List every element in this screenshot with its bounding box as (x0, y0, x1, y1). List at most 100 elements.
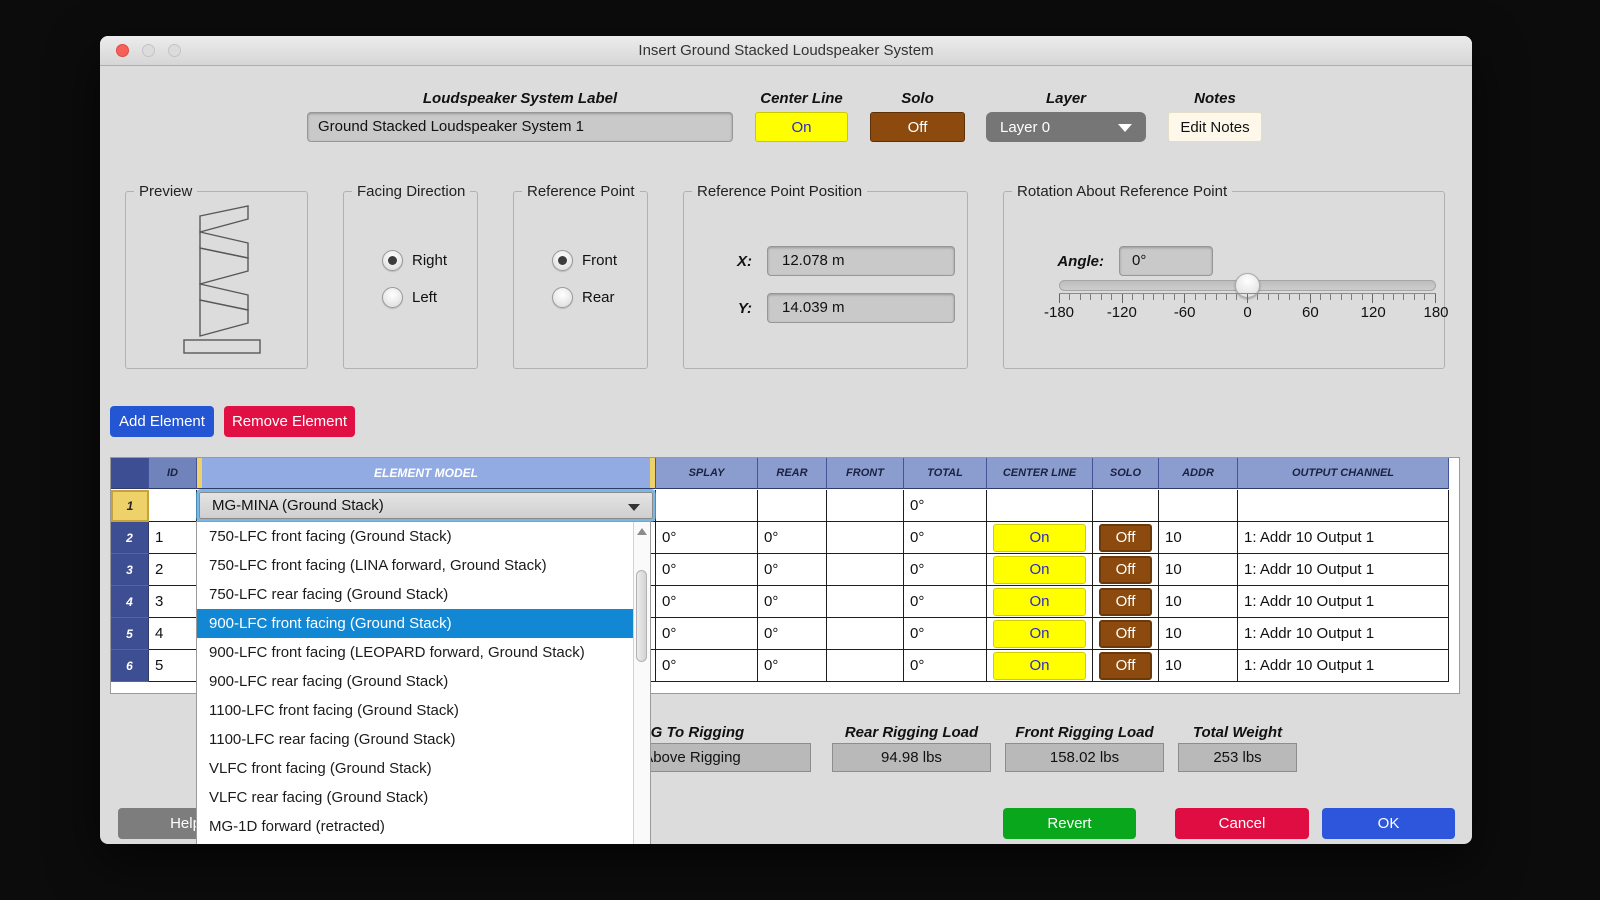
dropdown-item[interactable]: 900-LFC rear facing (Ground Stack) (197, 667, 633, 696)
cell-rear[interactable]: 0° (758, 522, 827, 554)
cell-element-model[interactable]: MG-MINA (Ground Stack) (197, 490, 656, 522)
column-header-id[interactable]: ID (149, 458, 197, 489)
center-line-cell-toggle[interactable]: On (993, 620, 1086, 648)
cell-center-line[interactable] (987, 490, 1093, 522)
radio-unselected-icon[interactable] (382, 287, 403, 308)
cell-splay[interactable]: 0° (656, 586, 758, 618)
column-header-front[interactable]: FRONT (827, 458, 904, 489)
cell-splay[interactable]: 0° (656, 618, 758, 650)
solo-cell-toggle[interactable]: Off (1099, 652, 1152, 680)
radio-unselected-icon[interactable] (552, 287, 573, 308)
row-header[interactable]: 4 (111, 586, 149, 618)
angle-field[interactable]: 0° (1119, 246, 1213, 276)
row-header[interactable]: 5 (111, 618, 149, 650)
radio-selected-icon[interactable] (382, 250, 403, 271)
dropdown-item[interactable]: 1100-LFC front facing (Ground Stack) (197, 696, 633, 725)
cell-rear[interactable]: 0° (758, 650, 827, 682)
column-header-total[interactable]: TOTAL (904, 458, 987, 489)
cell-splay[interactable]: 0° (656, 554, 758, 586)
dropdown-item[interactable]: 1100-LFC rear facing (Ground Stack) (197, 725, 633, 754)
cell-output-channel[interactable]: 1: Addr 10 Output 1 (1238, 522, 1449, 554)
edit-notes-button[interactable]: Edit Notes (1168, 112, 1262, 142)
solo-cell-toggle[interactable]: Off (1099, 620, 1152, 648)
cell-rear[interactable] (758, 490, 827, 522)
row-header[interactable]: 2 (111, 522, 149, 554)
cell-rear[interactable]: 0° (758, 554, 827, 586)
x-position-field[interactable]: 12.078 m (767, 246, 955, 276)
column-header-element-model[interactable]: ELEMENT MODEL (197, 458, 656, 489)
cell-id[interactable]: 2 (149, 554, 197, 586)
cell-front[interactable] (827, 618, 904, 650)
element-model-combobox[interactable]: MG-MINA (Ground Stack) (199, 492, 653, 519)
cell-total[interactable]: 0° (904, 554, 987, 586)
cell-id[interactable]: 4 (149, 618, 197, 650)
scroll-up-arrow-icon[interactable] (637, 528, 647, 535)
row-header-selected[interactable]: 1 (111, 490, 149, 522)
cell-id[interactable]: 5 (149, 650, 197, 682)
row-header[interactable]: 3 (111, 554, 149, 586)
column-header-rear[interactable]: REAR (758, 458, 827, 489)
system-label-input[interactable]: Ground Stacked Loudspeaker System 1 (307, 112, 733, 142)
solo-cell-toggle[interactable]: Off (1099, 588, 1152, 616)
dropdown-item[interactable]: 750-LFC front facing (Ground Stack) (197, 522, 633, 551)
center-line-cell-toggle[interactable]: On (993, 556, 1086, 584)
solo-cell-toggle[interactable]: Off (1099, 524, 1152, 552)
cell-id[interactable] (149, 490, 197, 522)
y-position-field[interactable]: 14.039 m (767, 293, 955, 323)
facing-right-option[interactable]: Right (382, 250, 447, 271)
cell-total[interactable]: 0° (904, 650, 987, 682)
center-line-cell-toggle[interactable]: On (993, 588, 1086, 616)
cell-total[interactable]: 0° (904, 618, 987, 650)
cell-front[interactable] (827, 490, 904, 522)
column-header-addr[interactable]: ADDR (1159, 458, 1238, 489)
cell-splay[interactable] (656, 490, 758, 522)
cell-total[interactable]: 0° (904, 586, 987, 618)
solo-cell-toggle[interactable]: Off (1099, 556, 1152, 584)
cell-addr[interactable]: 10 (1159, 650, 1238, 682)
cell-id[interactable]: 3 (149, 586, 197, 618)
cell-addr[interactable]: 10 (1159, 586, 1238, 618)
cell-output-channel[interactable]: 1: Addr 10 Output 1 (1238, 554, 1449, 586)
row-header[interactable]: 6 (111, 650, 149, 682)
column-header-center-line[interactable]: CENTER LINE (987, 458, 1093, 489)
column-header-solo[interactable]: SOLO (1093, 458, 1159, 489)
dropdown-item[interactable]: MG-1D forward (retracted) (197, 812, 633, 841)
cell-splay[interactable]: 0° (656, 522, 758, 554)
remove-element-button[interactable]: Remove Element (224, 406, 355, 437)
layer-dropdown[interactable]: Layer 0 (986, 112, 1146, 142)
radio-selected-icon[interactable] (552, 250, 573, 271)
refpoint-front-option[interactable]: Front (552, 250, 617, 271)
cell-id[interactable]: 1 (149, 522, 197, 554)
cell-rear[interactable]: 0° (758, 618, 827, 650)
cell-front[interactable] (827, 586, 904, 618)
ok-button[interactable]: OK (1322, 808, 1455, 839)
cell-total[interactable]: 0° (904, 522, 987, 554)
revert-button[interactable]: Revert (1003, 808, 1136, 839)
center-line-cell-toggle[interactable]: On (993, 652, 1086, 680)
cell-output-channel[interactable]: 1: Addr 10 Output 1 (1238, 650, 1449, 682)
refpoint-rear-option[interactable]: Rear (552, 287, 615, 308)
dropdown-item[interactable]: VLFC rear facing (Ground Stack) (197, 783, 633, 812)
cell-splay[interactable]: 0° (656, 650, 758, 682)
facing-left-option[interactable]: Left (382, 287, 437, 308)
cell-total[interactable]: 0° (904, 490, 987, 522)
cell-addr[interactable] (1159, 490, 1238, 522)
cell-addr[interactable]: 10 (1159, 522, 1238, 554)
solo-toggle[interactable]: Off (870, 112, 965, 142)
add-element-button[interactable]: Add Element (110, 406, 214, 437)
dropdown-item[interactable]: VLFC front facing (Ground Stack) (197, 754, 633, 783)
center-line-toggle[interactable]: On (755, 112, 848, 142)
column-header-splay[interactable]: SPLAY (656, 458, 758, 489)
cell-addr[interactable]: 10 (1159, 618, 1238, 650)
cancel-button[interactable]: Cancel (1175, 808, 1309, 839)
dropdown-item[interactable]: 900-LFC front facing (Ground Stack) (197, 609, 633, 638)
cell-addr[interactable]: 10 (1159, 554, 1238, 586)
cell-front[interactable] (827, 650, 904, 682)
cell-solo[interactable] (1093, 490, 1159, 522)
dropdown-item[interactable]: 750-LFC rear facing (Ground Stack) (197, 580, 633, 609)
dropdown-item[interactable]: 900-LFC front facing (LEOPARD forward, G… (197, 638, 633, 667)
column-header-output-channel[interactable]: OUTPUT CHANNEL (1238, 458, 1449, 489)
center-line-cell-toggle[interactable]: On (993, 524, 1086, 552)
cell-front[interactable] (827, 522, 904, 554)
cell-output-channel[interactable]: 1: Addr 10 Output 1 (1238, 618, 1449, 650)
